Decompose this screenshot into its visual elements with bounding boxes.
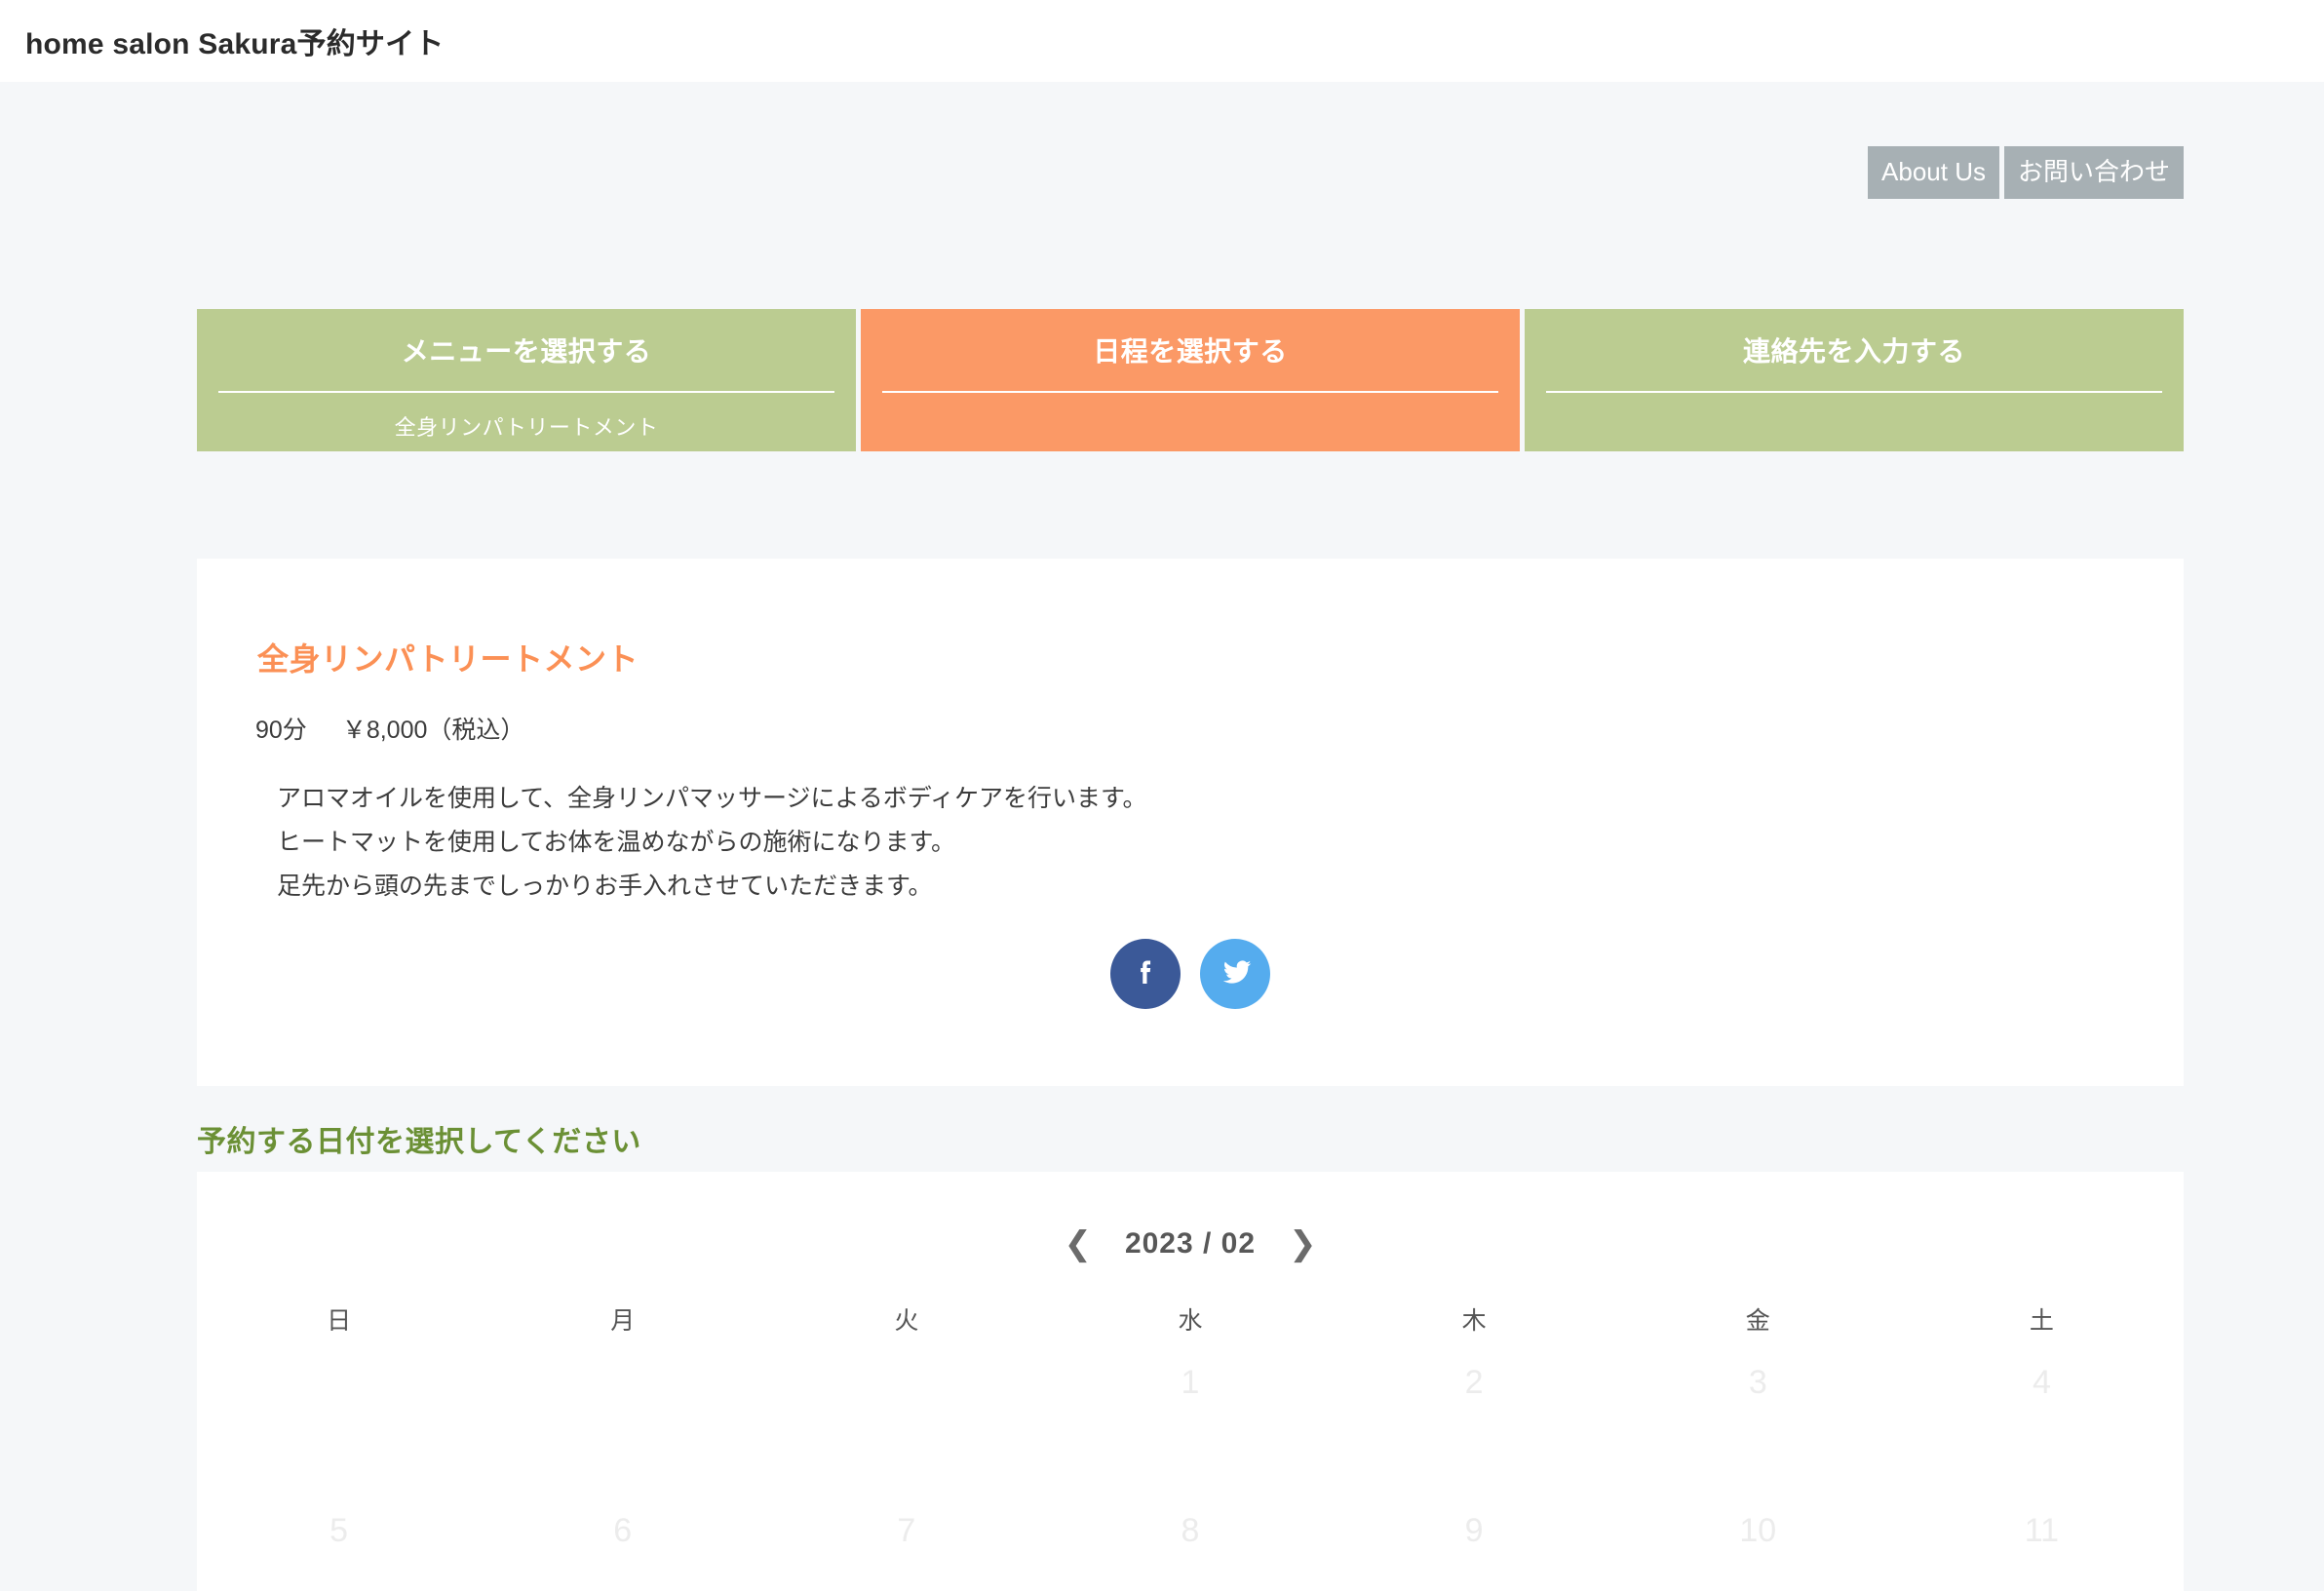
- menu-description-line: アロマオイルを使用して、全身リンパマッサージによるボディケアを行います。: [277, 785, 1147, 812]
- weekday-header-sat: 土: [2029, 1307, 2054, 1335]
- weekday-header-thu: 木: [1461, 1307, 1487, 1335]
- site-title: home salon Sakura予約サイト: [25, 28, 445, 60]
- step-divider: [882, 391, 1498, 393]
- step-tab-enter-contact[interactable]: 連絡先を入力する: [1525, 309, 2184, 451]
- contact-button[interactable]: お問い合わせ: [2003, 146, 2184, 199]
- calendar-day-cell[interactable]: 5: [197, 1491, 481, 1591]
- calendar-day-cell[interactable]: 1: [1048, 1342, 1332, 1491]
- calendar-day-cell[interactable]: 4: [1900, 1342, 2184, 1491]
- calendar-day-cell[interactable]: 2: [1333, 1342, 1616, 1491]
- step-tab-enter-contact-title: 連絡先を入力する: [1742, 336, 1965, 367]
- calendar-month-label: 2023 / 02: [1124, 1227, 1257, 1260]
- calendar-section-heading: 予約する日付を選択してください: [197, 1126, 641, 1158]
- social-share-row: [197, 939, 2184, 1009]
- twitter-share-icon[interactable]: [1200, 939, 1270, 1009]
- step-tab-select-menu-title: メニューを選択する: [401, 336, 652, 367]
- calendar-day-cell[interactable]: 11: [1900, 1491, 2184, 1591]
- step-divider: [1546, 391, 2162, 393]
- booking-step-tabs: メニューを選択する 全身リンパトリートメント 日程を選択する 連絡先を入力する: [197, 309, 2184, 451]
- menu-price: ￥8,000（税込）: [341, 717, 525, 744]
- site-header: home salon Sakura予約サイト: [0, 0, 2324, 82]
- about-us-button[interactable]: About Us: [1868, 146, 1999, 199]
- calendar-day-cell[interactable]: 10: [1616, 1491, 1900, 1591]
- calendar-day-cell[interactable]: 8: [1048, 1491, 1332, 1591]
- weekday-header-fri: 金: [1745, 1307, 1770, 1335]
- chevron-left-icon[interactable]: ❮: [1064, 1227, 1092, 1261]
- calendar-day-cell: [197, 1342, 481, 1491]
- utility-nav: About Us お問い合わせ: [1868, 146, 2184, 199]
- calendar-day-cell[interactable]: 3: [1616, 1342, 1900, 1491]
- facebook-share-icon[interactable]: [1110, 939, 1181, 1009]
- calendar-grid: 日 月 火 水 木 金 土 1 2 3 4 5 6 7 8 9 10 11: [197, 1301, 2184, 1591]
- page-body: About Us お問い合わせ メニューを選択する 全身リンパトリートメント 日…: [0, 82, 2324, 1591]
- calendar-day-cell[interactable]: 9: [1333, 1491, 1616, 1591]
- calendar-day-cell: [764, 1342, 1048, 1491]
- calendar-day-cell: [481, 1342, 764, 1491]
- menu-description-line: 足先から頭の先までしっかりお手入れさせていただきます。: [277, 873, 933, 900]
- step-tab-select-date[interactable]: 日程を選択する: [861, 309, 1520, 451]
- menu-description: アロマオイルを使用して、全身リンパマッサージによるボディケアを行います。 ヒート…: [277, 777, 1147, 909]
- menu-price-row: 90分 ￥8,000（税込）: [255, 711, 524, 746]
- step-divider: [218, 391, 834, 393]
- menu-duration: 90分: [255, 717, 307, 744]
- menu-detail-card: 全身リンパトリートメント 90分 ￥8,000（税込） アロマオイルを使用して、…: [197, 559, 2184, 1086]
- step-tab-select-menu-subtitle: 全身リンパトリートメント: [394, 415, 659, 440]
- step-tab-select-date-title: 日程を選択する: [1093, 336, 1288, 367]
- calendar-day-cell[interactable]: 6: [481, 1491, 764, 1591]
- menu-title: 全身リンパトリートメント: [257, 641, 639, 677]
- calendar-day-cell[interactable]: 7: [764, 1491, 1048, 1591]
- weekday-header-mon: 月: [610, 1307, 636, 1335]
- weekday-header-tue: 火: [894, 1307, 919, 1335]
- calendar-navigation: ❮ 2023 / 02 ❯: [197, 1172, 2184, 1261]
- weekday-header-wed: 水: [1178, 1307, 1203, 1335]
- weekday-header-sun: 日: [327, 1307, 352, 1335]
- calendar-card: ❮ 2023 / 02 ❯ 日 月 火 水 木 金 土 1 2 3 4 5 6 …: [197, 1172, 2184, 1591]
- step-tab-select-menu[interactable]: メニューを選択する 全身リンパトリートメント: [197, 309, 856, 451]
- menu-description-line: ヒートマットを使用してお体を温めながらの施術になります。: [277, 829, 956, 856]
- chevron-right-icon[interactable]: ❯: [1289, 1227, 1317, 1261]
